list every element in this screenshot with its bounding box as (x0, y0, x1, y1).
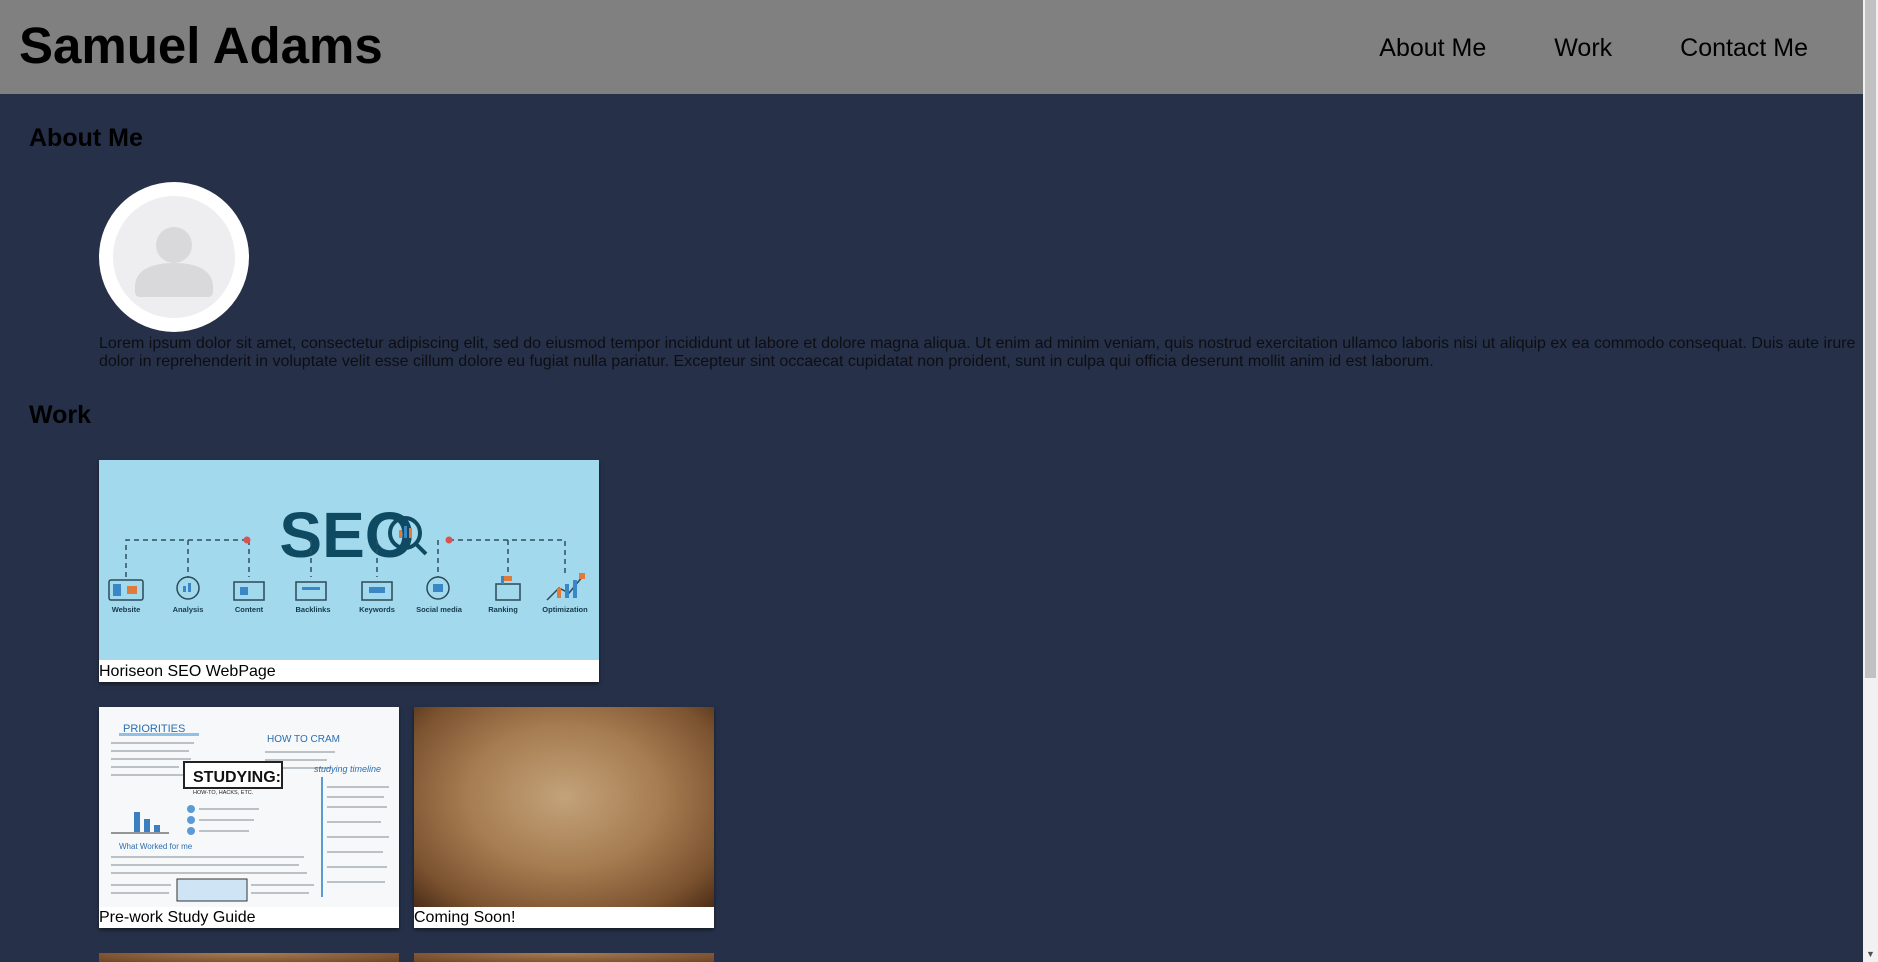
seo-label-keywords: Keywords (359, 605, 395, 614)
work-heading: Work (29, 401, 92, 429)
seo-label-backlinks: Backlinks (295, 605, 330, 614)
study-how-to-cram-text: HOW TO CRAM (267, 734, 340, 745)
project-card-partial[interactable] (99, 953, 399, 962)
seo-title-text: SEO (279, 499, 414, 571)
project-card-partial[interactable] (414, 953, 714, 962)
nav-link-work[interactable]: Work (1554, 32, 1612, 64)
study-what-worked-text: What Worked for me (119, 842, 193, 851)
study-studying-text: STUDYING: (193, 769, 281, 786)
study-subtitle-text: HOW-TO, HACKS, ETC. (193, 790, 254, 796)
project-card-study-guide[interactable]: PRIORITIES HOW TO CRAM STUDYING: HOW-TO,… (99, 707, 399, 928)
seo-project-image: SEO Website Analysis Content Backlinks K… (99, 460, 599, 660)
project-caption: Coming Soon! (414, 909, 516, 926)
nav-link-contact-me[interactable]: Contact Me (1680, 32, 1808, 64)
avatar (99, 182, 249, 332)
study-timeline-text: studying timeline (314, 764, 381, 774)
about-me-text: Lorem ipsum dolor sit amet, consectetur … (99, 335, 1856, 370)
seo-label-social-media: Social media (416, 605, 463, 614)
about-me-heading: About Me (29, 124, 143, 152)
study-guide-image: PRIORITIES HOW TO CRAM STUDYING: HOW-TO,… (99, 707, 399, 907)
nav-link-about-me[interactable]: About Me (1379, 32, 1486, 64)
seo-label-optimization: Optimization (542, 605, 588, 614)
vertical-scrollbar[interactable]: ▼ (1863, 0, 1878, 962)
parchment-image (414, 707, 714, 907)
project-caption: Pre-work Study Guide (99, 909, 256, 926)
seo-label-content: Content (235, 605, 264, 614)
project-card-seo[interactable]: SEO Website Analysis Content Backlinks K… (99, 460, 599, 682)
user-silhouette-icon (113, 196, 235, 318)
site-header: Samuel Adams About Me Work Contact Me (0, 0, 1863, 94)
project-card-coming-soon[interactable]: Coming Soon! (414, 707, 714, 928)
seo-label-ranking: Ranking (488, 605, 518, 614)
scroll-down-arrow-icon[interactable]: ▼ (1863, 947, 1878, 962)
seo-label-website: Website (112, 605, 141, 614)
main-nav: About Me Work Contact Me (1311, 32, 1808, 64)
seo-label-analysis: Analysis (173, 605, 204, 614)
scrollbar-thumb[interactable] (1865, 0, 1876, 678)
project-caption: Horiseon SEO WebPage (99, 663, 276, 680)
site-title: Samuel Adams (19, 17, 383, 74)
